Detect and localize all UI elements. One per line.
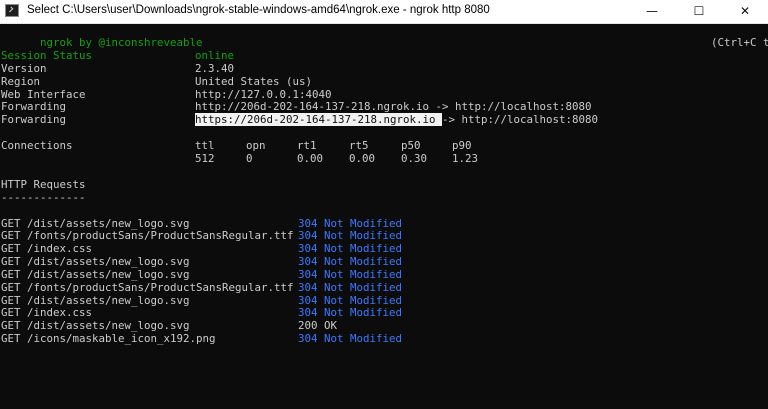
title-bar[interactable]: Select C:\Users\user\Downloads\ngrok-sta…	[0, 0, 768, 24]
header-brand: ngrok by @inconshreveable	[40, 35, 203, 49]
request-row: GET /icons/maskable_icon_x192.png 304 Not…	[0, 332, 768, 346]
request-line: GET /icons/maskable_icon_x192.png	[1, 332, 216, 346]
connections-value: 1.23	[452, 151, 479, 165]
request-path: /index.css	[27, 306, 93, 320]
connections-value: 0.30	[401, 151, 428, 165]
session-label: Session Status	[1, 49, 93, 62]
selected-url: https://206d-202-164-137-218.ngrok.io	[195, 113, 443, 127]
session-value-text: 2.3.40	[195, 61, 235, 75]
session-label: Forwarding	[1, 113, 67, 127]
window-title: Select C:\Users\user\Downloads\ngrok-sta…	[27, 4, 490, 16]
request-method: GET	[1, 267, 21, 281]
quit-hint-text: (Ctrl+C to quit)	[711, 35, 768, 49]
connections-value: 0.00	[297, 151, 324, 165]
request-status: 304 Not Modified	[298, 332, 403, 346]
request-path: /icons/maskable_icon_x192.png	[27, 332, 216, 346]
request-method: GET	[1, 229, 21, 243]
connections-value: 0.00	[349, 151, 376, 165]
connections-label: Connections	[1, 139, 73, 152]
request-method: GET	[1, 255, 21, 269]
request-path: /dist/assets/new_logo.svg	[27, 255, 190, 269]
session-value-text: http://206d-202-164-137-218.ngrok.io -> …	[195, 100, 592, 114]
request-method: GET	[1, 319, 21, 333]
session-value-text: United States (us)	[195, 74, 313, 88]
minimize-button[interactable]: —	[629, 0, 675, 23]
request-method: GET	[1, 280, 21, 294]
maximize-button[interactable]: ☐	[676, 0, 722, 23]
request-path: /dist/assets/new_logo.svg	[27, 267, 190, 281]
request-method: GET	[1, 332, 21, 346]
session-row: Forwarding https://206d-202-164-137-218.n…	[0, 113, 768, 127]
request-method: GET	[1, 306, 21, 320]
session-value-text: online	[195, 49, 235, 62]
session-value-text: -> http://localhost:8080	[442, 113, 599, 127]
close-button[interactable]: ✕	[722, 0, 768, 23]
request-status: 304 Not Modified	[298, 267, 403, 281]
terminal-window: Select C:\Users\user\Downloads\ngrok-sta…	[0, 0, 768, 409]
session-label: Version	[1, 61, 47, 75]
request-method: GET	[1, 293, 21, 307]
connections-value: 512	[195, 151, 215, 165]
request-path: /dist/assets/new_logo.svg	[27, 216, 190, 230]
request-path: /dist/assets/new_logo.svg	[27, 293, 190, 307]
session-value-text: http://127.0.0.1:4040	[195, 87, 332, 101]
ngrok-header: ngrok by @inconshreveable	[1, 24, 203, 49]
session-row: Version 2.3.40	[0, 61, 768, 76]
request-path: /dist/assets/new_logo.svg	[27, 319, 190, 333]
quit-hint: (Ctrl+C to quit)	[672, 24, 768, 49]
request-path: /fonts/productSans/ProductSansRegular.tt…	[27, 280, 294, 294]
request-status: 304 Not Modified	[298, 255, 403, 269]
session-value: https://206d-202-164-137-218.ngrok.io ->…	[195, 113, 599, 127]
session-row: Region United States (us)	[0, 74, 768, 89]
request-method: GET	[1, 216, 21, 230]
session-label: Region	[1, 74, 41, 88]
session-row: Session Status online	[0, 49, 768, 63]
request-path: /index.css	[27, 242, 93, 256]
connections-value: 0	[246, 151, 253, 165]
terminal-output[interactable]: ngrok by @inconshreveable (Ctrl+C to qui…	[0, 24, 768, 409]
request-path: /fonts/productSans/ProductSansRegular.tt…	[27, 229, 294, 243]
console-icon	[5, 4, 19, 17]
request-status: 304 Not Modified	[298, 280, 403, 294]
request-method: GET	[1, 242, 21, 256]
http-requests-underline: -------------	[1, 191, 86, 204]
